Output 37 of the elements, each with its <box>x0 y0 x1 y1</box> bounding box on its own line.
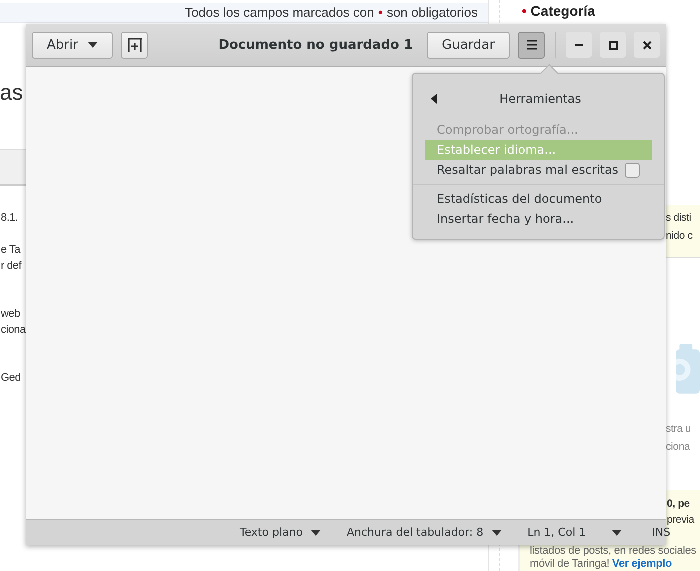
new-tab-button[interactable] <box>121 32 148 58</box>
status-text: INS <box>652 526 671 539</box>
window-title: Documento no guardado 1 <box>218 38 414 52</box>
close-button[interactable] <box>634 32 660 58</box>
status-dropdown[interactable]: Anchura del tabulador: 8 <box>346 526 502 539</box>
open-button[interactable]: Abrir <box>32 32 114 58</box>
new-tab-icon <box>126 37 143 53</box>
popover-title: Herramientas <box>498 92 582 106</box>
back-icon[interactable] <box>431 94 437 104</box>
body-text: ciona <box>0 323 26 338</box>
category-heading: • Categoría <box>522 3 596 19</box>
dropdown-caret-icon <box>612 530 622 536</box>
checkbox[interactable] <box>625 162 640 178</box>
caret-icon <box>492 530 502 536</box>
required-fields-note: Todos los campos marcados con • son obligatorios <box>0 3 488 23</box>
maximize-button[interactable] <box>600 32 626 58</box>
status-dropdown[interactable]: Texto plano <box>240 526 321 539</box>
close-icon <box>642 40 652 50</box>
body-text: r def <box>0 259 22 274</box>
status-text: Ln 1, Col 1 <box>528 526 586 539</box>
menu-item[interactable]: Resaltar palabras mal escritas <box>425 160 652 180</box>
body-text: 8.1. <box>0 211 18 226</box>
minimize-icon <box>575 44 583 46</box>
save-button[interactable]: Guardar <box>427 32 510 58</box>
body-text: ciona <box>666 440 690 455</box>
body-text: stra u <box>666 422 692 437</box>
caret-icon <box>310 530 321 536</box>
body-text: e Ta <box>0 243 20 258</box>
menu-button[interactable] <box>518 32 545 58</box>
maximize-icon <box>608 40 618 50</box>
minimize-button[interactable] <box>566 32 592 58</box>
menu-icon <box>526 40 538 50</box>
caret-icon <box>88 42 98 48</box>
body-text: web <box>0 307 20 322</box>
page-heading: as <box>0 79 24 107</box>
body-text: Ged <box>0 371 21 386</box>
example-link[interactable]: Ver ejemplo <box>612 558 672 570</box>
